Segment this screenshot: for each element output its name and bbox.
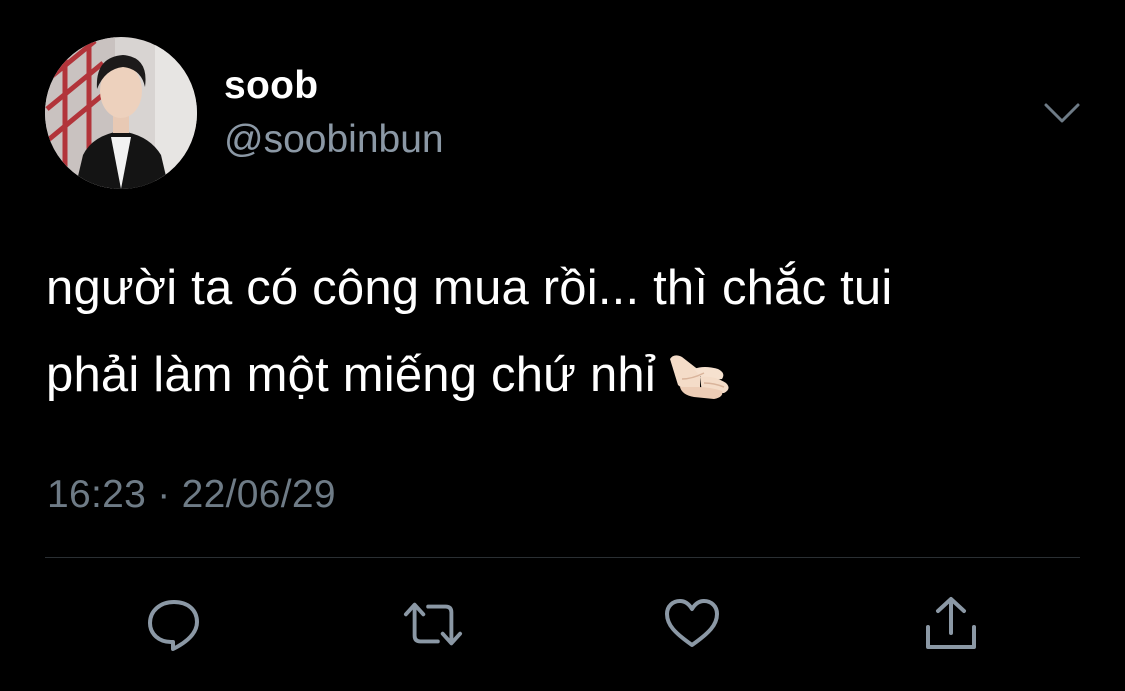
tweet-text-line: người ta có công mua rồi... thì chắc tui (46, 261, 893, 315)
tweet-text: người ta có công mua rồi... thì chắc tui… (46, 245, 1096, 419)
tweet: soob @soobinbun người ta có công mua rồi… (0, 0, 1125, 691)
username-handle[interactable]: @soobinbun (224, 118, 444, 162)
tweet-text-line: phải làm một miếng chứ nhỉ (46, 332, 1096, 419)
call-me-hand-emoji-icon (664, 342, 734, 399)
tweet-text-line-content: phải làm một miếng chứ nhỉ (46, 348, 656, 402)
timestamp[interactable]: 16:23 · 22/06/29 (47, 473, 336, 517)
share-icon[interactable] (921, 594, 981, 654)
reply-icon[interactable] (144, 594, 204, 654)
avatar[interactable] (45, 37, 197, 189)
divider (45, 557, 1080, 558)
like-icon[interactable] (662, 594, 722, 654)
display-name[interactable]: soob (224, 64, 318, 108)
retweet-icon[interactable] (403, 594, 463, 654)
chevron-down-icon[interactable] (1040, 95, 1084, 131)
